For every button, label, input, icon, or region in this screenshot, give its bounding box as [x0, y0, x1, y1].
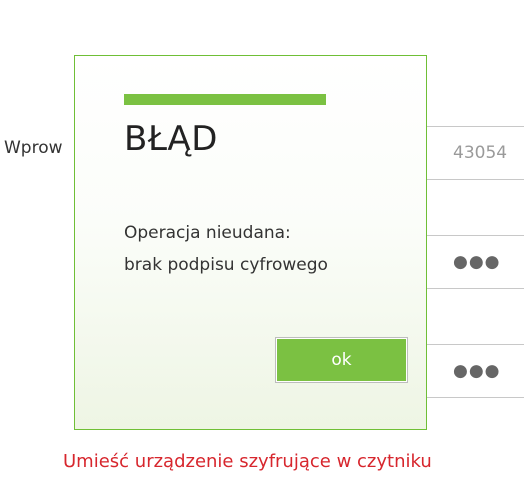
error-message: Umieść urządzenie szyfrujące w czytniku — [63, 451, 432, 472]
dialog-message-line-2: brak podpisu cyfrowego — [124, 255, 328, 275]
dialog-accent-bar — [124, 94, 326, 105]
identifier-value: 43054 — [453, 143, 508, 163]
dialog-title: BŁĄD — [124, 119, 218, 159]
ok-button[interactable]: ok — [275, 337, 408, 383]
dialog-message-line-1: Operacja nieudana: — [124, 223, 291, 243]
error-dialog: BŁĄD Operacja nieudana: brak podpisu cyf… — [74, 55, 427, 430]
password-mask-2: ●●● — [453, 361, 501, 381]
field-label: Wprow — [4, 138, 63, 158]
dialog-message: Operacja nieudana: brak podpisu cyfroweg… — [124, 217, 414, 281]
password-mask-1: ●●● — [453, 252, 501, 272]
